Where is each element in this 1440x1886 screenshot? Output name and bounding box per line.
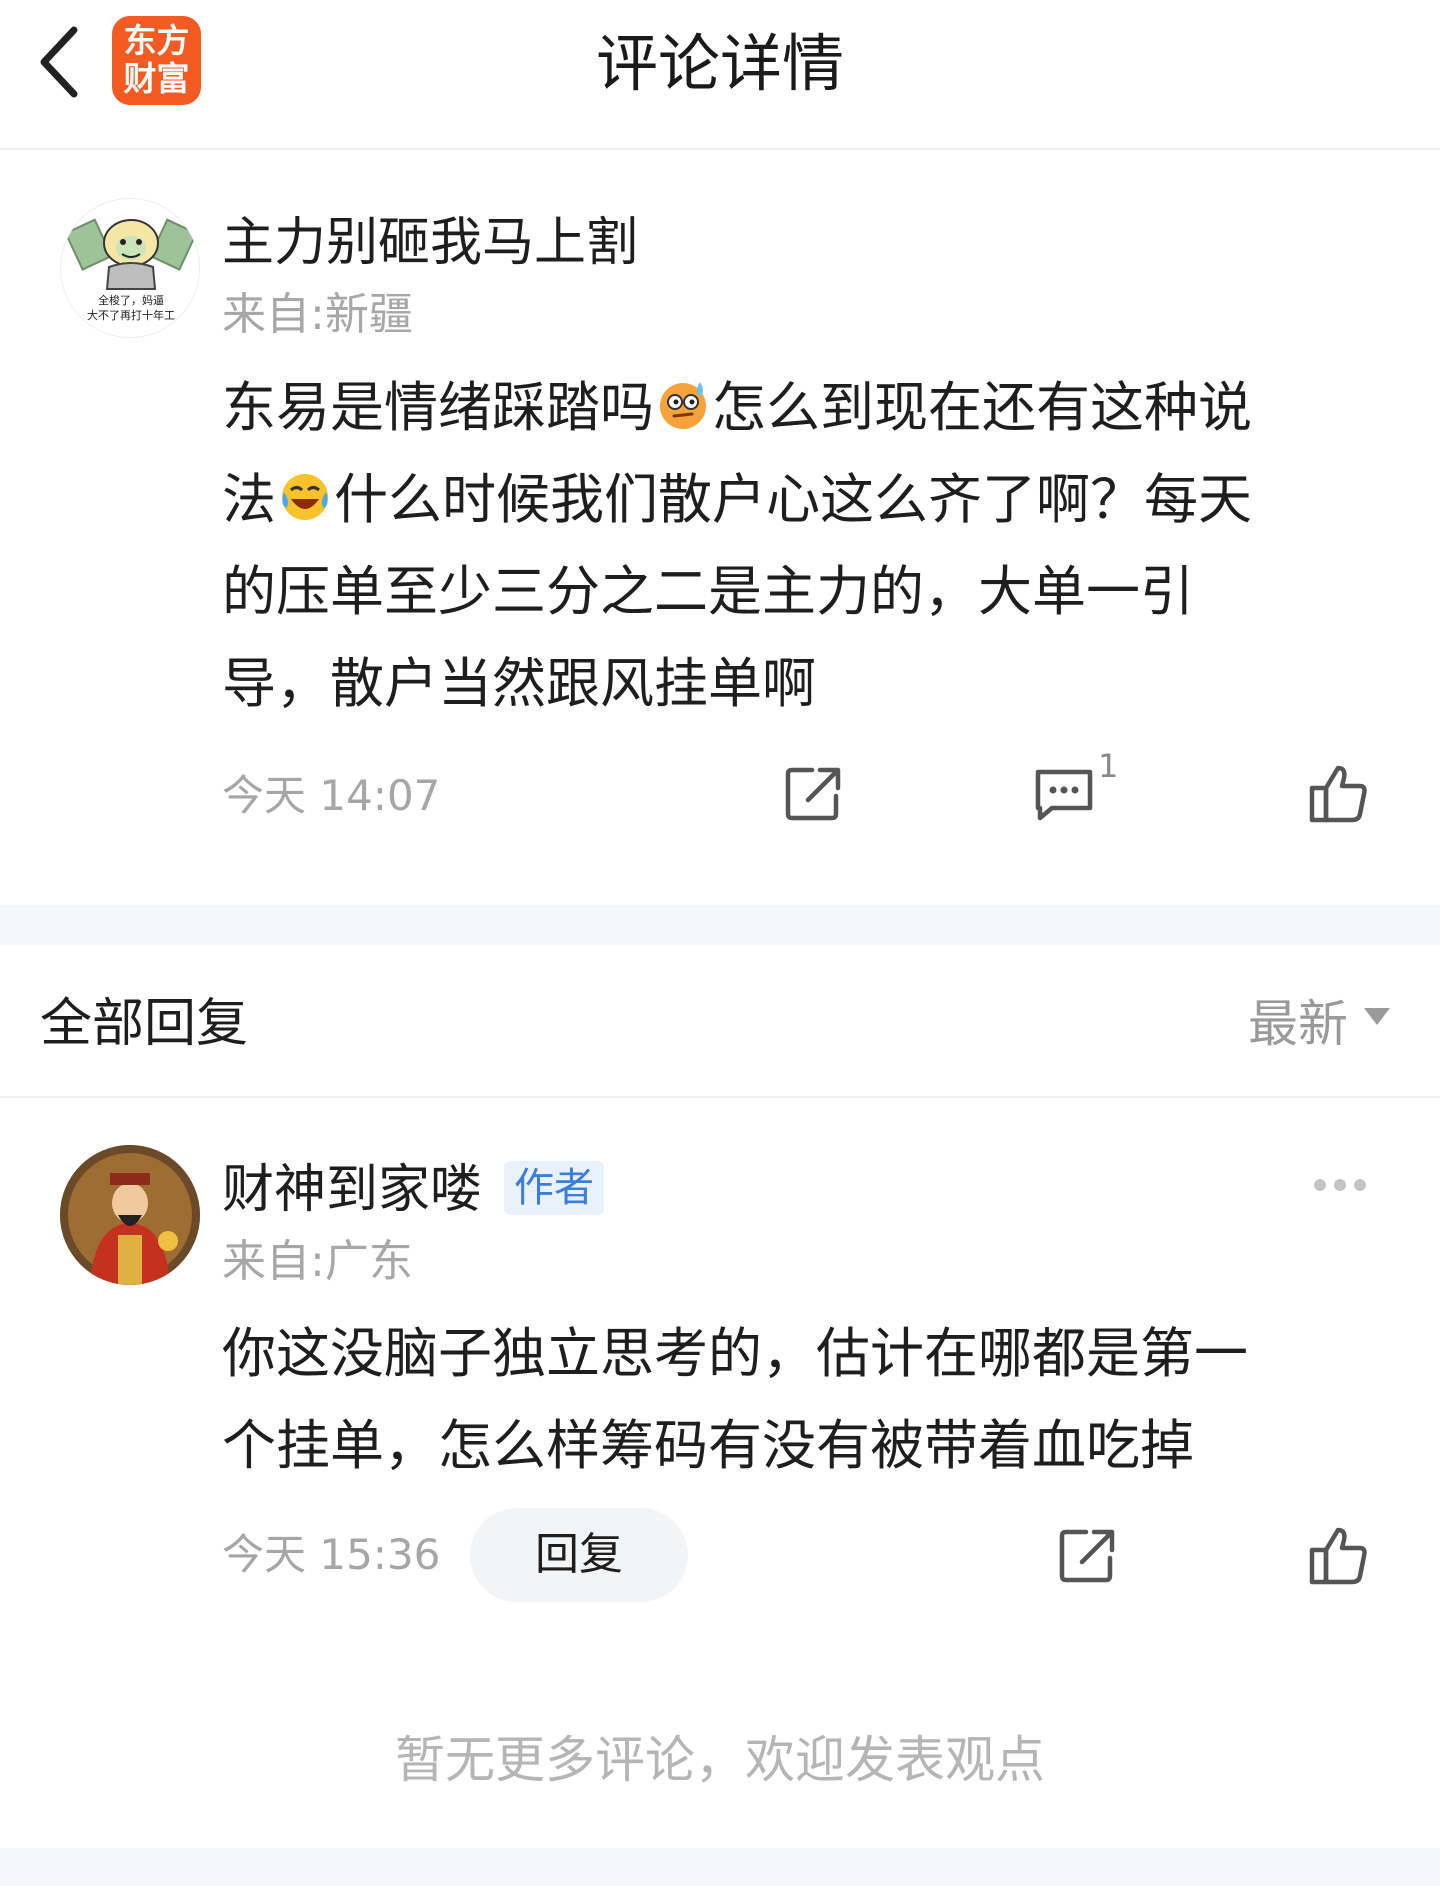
comment-text-line: 东易是情绪踩踏吗 怎么到现在还有这种说 (222, 376, 1252, 439)
reply-count: 1 (1098, 747, 1119, 785)
reply-button[interactable]: 回复 (470, 1508, 688, 1602)
comment-location: 来自:新疆 (222, 289, 413, 340)
sort-label: 最新 (1248, 995, 1348, 1053)
no-more-comments-text: 暂无更多评论，欢迎发表观点 (395, 1731, 1045, 1789)
like-button[interactable] (1306, 1524, 1370, 1588)
meme-avatar-image: 全梭了，妈逼 大不了再打十年工 (61, 199, 199, 337)
laugh-cry-emoji-icon (282, 474, 328, 520)
avatar[interactable]: 全梭了，妈逼 大不了再打十年工 (60, 198, 200, 338)
share-button[interactable] (1056, 1524, 1120, 1588)
comment-text-line: 的压单至少三分之二是主力的，大单一引 (222, 560, 1194, 623)
author-badge: 作者 (504, 1161, 605, 1215)
svg-text:大不了再打十年工: 大不了再打十年工 (87, 308, 175, 322)
share-icon (785, 767, 841, 821)
comment-count-button[interactable]: 1 (1032, 748, 1118, 826)
god-of-wealth-avatar-image (60, 1145, 200, 1285)
section-separator (0, 905, 1440, 945)
reply-text-line: 个挂单，怎么样筹码有没有被带着血吃掉 (222, 1414, 1194, 1477)
comment-icon (1035, 769, 1093, 821)
more-options-button[interactable] (1310, 1165, 1380, 1205)
thumbs-up-icon (1309, 1527, 1367, 1585)
like-button[interactable] (1306, 762, 1370, 826)
divider (0, 1096, 1440, 1098)
sort-dropdown[interactable]: 最新 (1248, 990, 1390, 1058)
replies-section-title: 全部回复 (40, 994, 249, 1054)
reply-location: 来自:广东 (222, 1236, 413, 1287)
reply-timestamp: 今天 15:36 (222, 1530, 441, 1579)
page-title: 评论详情 (595, 27, 844, 100)
comment-text-line: 法什么时候我们散户心这么齐了啊？每天 (222, 468, 1252, 531)
thumbs-up-icon (1309, 765, 1367, 823)
caret-down-icon (1364, 1008, 1390, 1025)
more-icon (1310, 1179, 1370, 1209)
reply-text-line: 你这没脑子独立思考的，估计在哪都是第一 (222, 1322, 1248, 1385)
share-icon (1059, 1529, 1115, 1583)
bottom-band (0, 1848, 1440, 1886)
reply-username[interactable]: 财神到家喽 (222, 1160, 482, 1220)
comment-username[interactable]: 主力别砸我马上割 (222, 208, 638, 278)
svg-text:全梭了，妈逼: 全梭了，妈逼 (98, 293, 164, 307)
reply-username-row: 财神到家喽 作者 (222, 1155, 605, 1225)
comment-text-line: 导，散户当然跟风挂单啊 (222, 652, 816, 715)
comment-timestamp: 今天 14:07 (222, 771, 441, 820)
avatar[interactable] (60, 1145, 200, 1285)
share-button[interactable] (782, 762, 846, 826)
thinking-sweat-emoji-icon (660, 382, 706, 429)
